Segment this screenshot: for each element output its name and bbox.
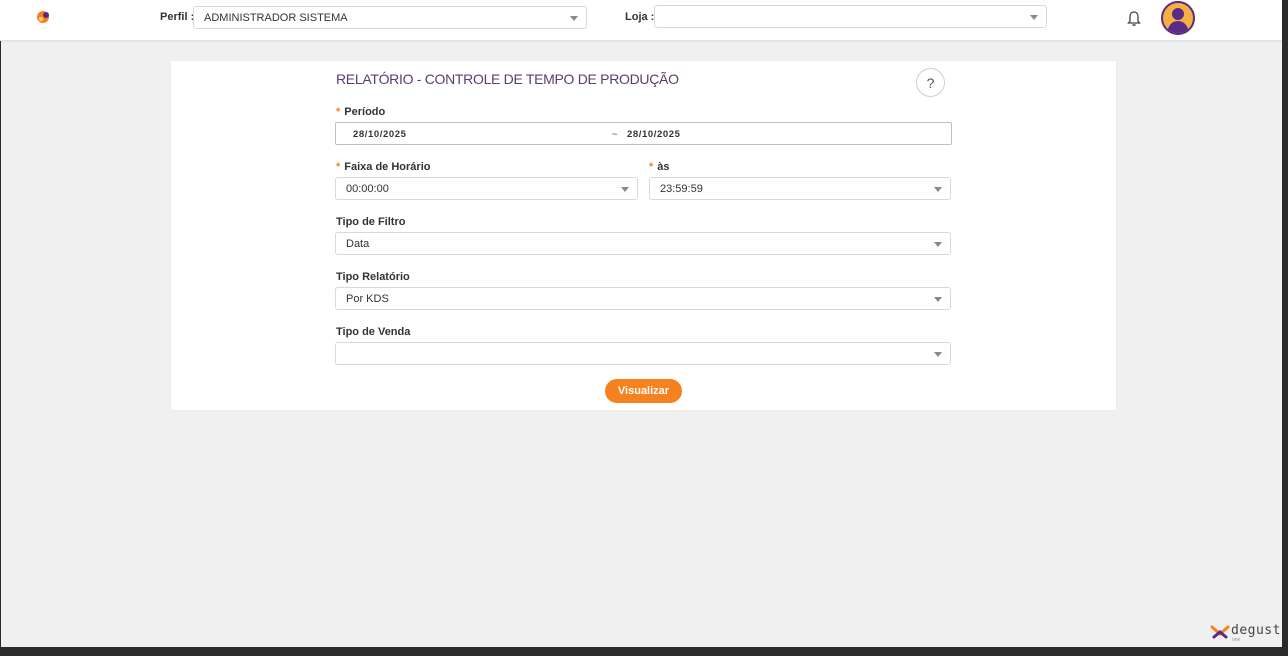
perfil-value: ADMINISTRADOR SISTEMA <box>204 11 348 24</box>
loja-select[interactable] <box>654 5 1047 28</box>
periodo-date-range[interactable]: 28/10/2025 ~ 28/10/2025 <box>335 122 952 145</box>
top-header: Perfil : ADMINISTRADOR SISTEMA Loja : <box>0 0 1282 41</box>
taskbar-edge <box>0 647 1288 656</box>
app-logo-icon[interactable] <box>36 10 52 24</box>
chevron-down-icon <box>570 15 578 21</box>
tipo-venda-select[interactable] <box>335 342 951 365</box>
chevron-down-icon <box>621 186 629 192</box>
brand-sub: one <box>1232 637 1241 643</box>
chevron-down-icon <box>934 241 942 247</box>
chevron-down-icon <box>934 351 942 357</box>
tipo-relatorio-select[interactable]: Por KDS <box>335 287 951 310</box>
perfil-label: Perfil : <box>160 11 195 23</box>
as-label: * às <box>649 161 670 173</box>
faixa-inicio-value: 00:00:00 <box>346 182 389 195</box>
help-icon: ? <box>926 74 935 91</box>
tipo-relatorio-label: Tipo Relatório <box>336 271 410 283</box>
degust-logo-icon <box>1210 625 1230 639</box>
page-title: RELATÓRIO - CONTROLE DE TEMPO DE PRODUÇÃ… <box>336 71 679 87</box>
window-edge-left <box>0 0 1 656</box>
loja-label: Loja : <box>625 11 655 23</box>
chevron-down-icon <box>1030 14 1038 20</box>
perfil-select[interactable]: ADMINISTRADOR SISTEMA <box>193 6 587 29</box>
faixa-fim-select[interactable]: 23:59:59 <box>649 177 951 200</box>
chevron-down-icon <box>934 186 942 192</box>
tipo-filtro-select[interactable]: Data <box>335 232 951 255</box>
bell-icon[interactable] <box>1126 10 1142 27</box>
degust-brand: degust one <box>1210 623 1280 644</box>
periodo-end-input[interactable]: 28/10/2025 <box>627 129 681 140</box>
periodo-label: * Período <box>336 106 386 118</box>
user-avatar-icon[interactable] <box>1161 1 1195 35</box>
brand-name: degust <box>1231 623 1281 638</box>
tipo-relatorio-value: Por KDS <box>346 292 389 305</box>
faixa-inicio-select[interactable]: 00:00:00 <box>335 177 638 200</box>
tipo-venda-label: Tipo de Venda <box>336 326 411 338</box>
tipo-filtro-label: Tipo de Filtro <box>336 216 406 228</box>
visualizar-button[interactable]: Visualizar <box>605 379 682 403</box>
help-button[interactable]: ? <box>916 68 945 97</box>
chevron-down-icon <box>934 296 942 302</box>
periodo-separator: ~ <box>612 129 619 140</box>
faixa-label: * Faixa de Horário <box>336 161 431 173</box>
window-edge-right <box>1282 0 1288 656</box>
periodo-start-input[interactable]: 28/10/2025 <box>353 129 407 140</box>
tipo-filtro-value: Data <box>346 237 370 250</box>
faixa-fim-value: 23:59:59 <box>660 182 703 195</box>
